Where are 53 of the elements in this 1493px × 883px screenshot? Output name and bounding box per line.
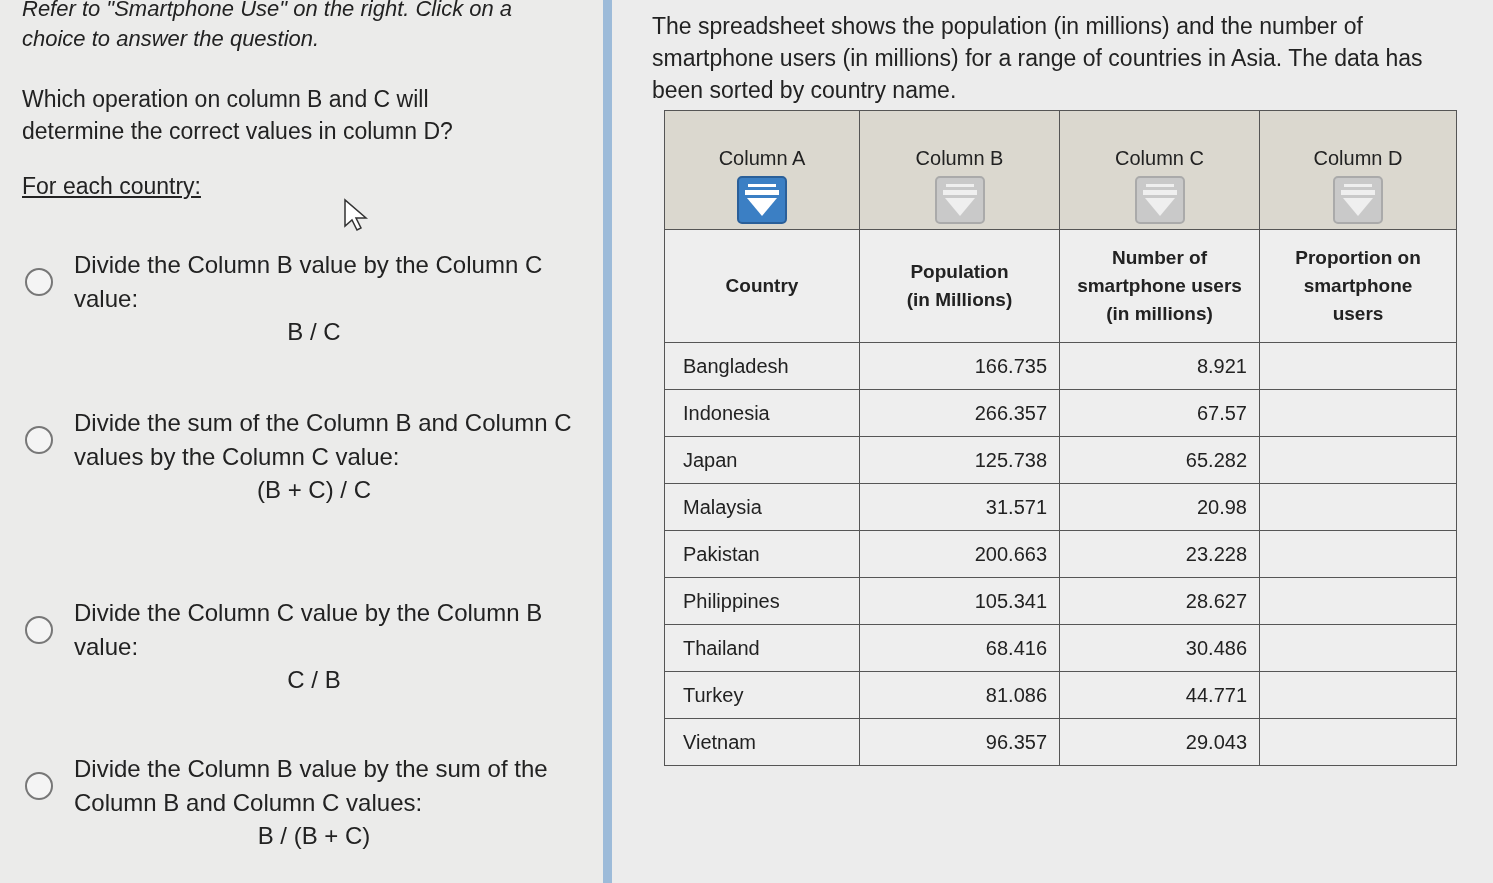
- table-cell: Bangladesh: [664, 342, 860, 390]
- choice-text: Divide the Column B value by the sum of the Column B and Column C values:: [74, 754, 549, 818]
- table-cell: 68.416: [859, 624, 1060, 672]
- table-cell: 29.043: [1059, 718, 1260, 766]
- column-label: Column B: [914, 147, 1005, 170]
- radio-button[interactable]: [25, 426, 53, 454]
- radio-button[interactable]: [25, 616, 53, 644]
- column-label: Column D: [1312, 147, 1404, 170]
- formula-text: B / C: [286, 317, 342, 347]
- table-cell: Thailand: [664, 624, 860, 672]
- table-cell: 125.738: [859, 436, 1060, 484]
- column-heading: Proportion on smartphone users: [1294, 246, 1422, 326]
- table-cell: 67.57: [1059, 389, 1260, 437]
- table-cell: 65.282: [1059, 436, 1260, 484]
- column-heading: Country: [724, 274, 800, 298]
- table-cell: Philippines: [664, 577, 860, 625]
- table-cell: 23.228: [1059, 530, 1260, 578]
- filter-icon[interactable]: [737, 176, 787, 224]
- table-cell: 200.663: [859, 530, 1060, 578]
- column-heading: Number of smartphone users (in millions): [1076, 246, 1243, 326]
- cursor-icon: [343, 198, 371, 232]
- choice-text: Divide the Column C value by the Column B value:: [74, 598, 544, 662]
- instruction-text: Refer to "Smartphone Use" on the right. Click on a choice to answer the question.: [22, 0, 514, 53]
- table-cell: Vietnam: [664, 718, 860, 766]
- table-cell: 96.357: [859, 718, 1060, 766]
- table-cell: 44.771: [1059, 671, 1260, 719]
- table-cell: 31.571: [859, 483, 1060, 531]
- table-cell: 81.086: [859, 671, 1060, 719]
- lead-text: For each country:: [22, 173, 201, 200]
- table-cell: 266.357: [859, 389, 1060, 437]
- table-cell: 28.627: [1059, 577, 1260, 625]
- table-cell: 8.921: [1059, 342, 1260, 390]
- column-label: Column C: [1114, 147, 1205, 170]
- table-cell: 30.486: [1059, 624, 1260, 672]
- radio-button[interactable]: [25, 268, 53, 296]
- table-cell: Japan: [664, 436, 860, 484]
- table-cell: Turkey: [664, 671, 860, 719]
- table-cell: 166.735: [859, 342, 1060, 390]
- choice-text: Divide the Column B value by the Column C value:: [74, 250, 544, 314]
- table-cell: 105.341: [859, 577, 1060, 625]
- column-label: Column A: [717, 147, 807, 170]
- table-cell: Pakistan: [664, 530, 860, 578]
- table-cell: Malaysia: [664, 483, 860, 531]
- choice-text: Divide the sum of the Column B and Column C values by the Column C value:: [74, 408, 573, 472]
- radio-button[interactable]: [25, 772, 53, 800]
- table-cell: Indonesia: [664, 389, 860, 437]
- column-heading: Population (in Millions): [905, 260, 1014, 312]
- formula-text: (B + C) / C: [256, 475, 372, 505]
- table-cell: 20.98: [1059, 483, 1260, 531]
- formula-text: C / B: [286, 665, 342, 695]
- description-text: The spreadsheet shows the population (in millions) and the number of smartphone users (in millions) for a range of countries in Asia. The data has been sorted by country name.: [652, 12, 1424, 105]
- question-text: Which operation on column B and C will determine the correct values in column D?: [22, 85, 454, 146]
- formula-text: B / (B + C): [256, 821, 372, 851]
